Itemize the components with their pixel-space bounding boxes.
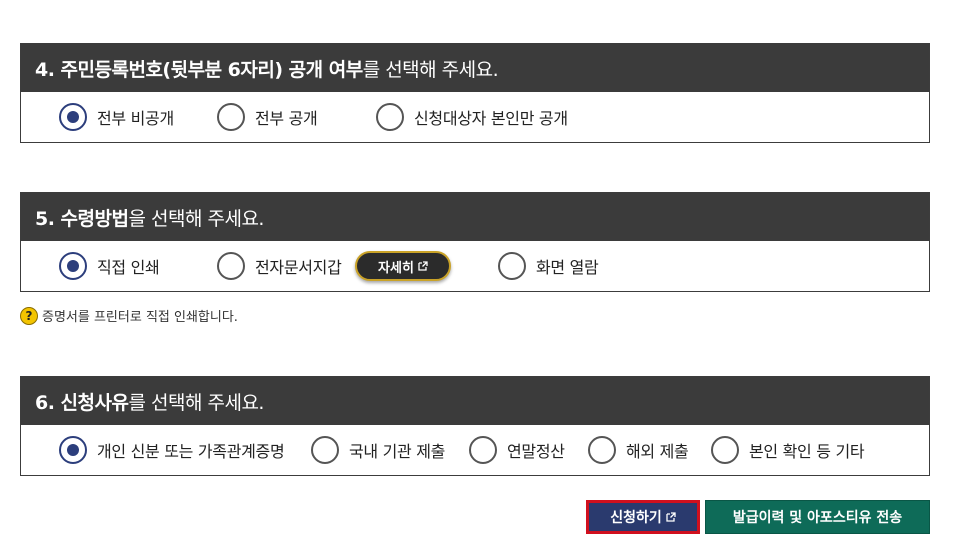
- radio-option-year-end-tax[interactable]: 연말정산: [469, 436, 565, 464]
- section-header: 6. 신청사유 를 선택해 주세요.: [21, 377, 929, 425]
- send-apostille-button[interactable]: 발급이력 및 아포스티유 전송: [705, 500, 930, 534]
- radio-selected-icon[interactable]: [59, 436, 87, 464]
- radio-option-direct-print[interactable]: 직접 인쇄: [59, 252, 160, 280]
- radio-unselected-icon[interactable]: [588, 436, 616, 464]
- radio-option-all-private[interactable]: 전부 비공개: [59, 103, 174, 131]
- radio-label: 직접 인쇄: [97, 258, 160, 277]
- radio-label: 연말정산: [507, 442, 565, 461]
- section-title-bold: 4. 주민등록번호(뒷부분 6자리) 공개 여부: [35, 58, 363, 81]
- radio-label: 해외 제출: [626, 442, 689, 461]
- radio-group-reason: 개인 신분 또는 가족관계증명 국내 기관 제출 연말정산 해외 제출 본인 확…: [21, 425, 929, 475]
- radio-unselected-icon[interactable]: [217, 252, 245, 280]
- radio-option-e-wallet[interactable]: 전자문서지갑: [217, 252, 342, 280]
- question-icon: ?: [20, 306, 38, 325]
- section-application-reason: 6. 신청사유 를 선택해 주세요. 개인 신분 또는 가족관계증명 국내 기관 …: [20, 376, 930, 476]
- radio-option-screen-view[interactable]: 화면 열람: [498, 252, 599, 280]
- radio-option-self-only[interactable]: 신청대상자 본인만 공개: [376, 103, 568, 131]
- radio-unselected-icon[interactable]: [217, 103, 245, 131]
- section-title-rest: 를 선택해 주세요.: [128, 391, 264, 414]
- radio-unselected-icon[interactable]: [469, 436, 497, 464]
- section-title-bold: 6. 신청사유: [35, 391, 129, 414]
- radio-label: 전부 공개: [255, 109, 318, 128]
- radio-option-domestic-submit[interactable]: 국내 기관 제출: [311, 436, 445, 464]
- section-title-rest: 를 선택해 주세요.: [362, 58, 499, 81]
- apply-button[interactable]: 신청하기: [586, 500, 700, 534]
- radio-group-disclosure: 전부 비공개 전부 공개 신청대상자 본인만 공개: [21, 92, 929, 142]
- radio-label: 전부 비공개: [97, 109, 174, 128]
- radio-unselected-icon[interactable]: [376, 103, 404, 131]
- radio-unselected-icon[interactable]: [711, 436, 739, 464]
- section-header: 5. 수령방법 을 선택해 주세요.: [21, 193, 929, 241]
- radio-label: 화면 열람: [536, 258, 599, 277]
- section-resident-number-disclosure: 4. 주민등록번호(뒷부분 6자리) 공개 여부 를 선택해 주세요. 전부 비공…: [20, 43, 930, 143]
- apply-button-label: 신청하기: [610, 510, 662, 526]
- radio-option-other[interactable]: 본인 확인 등 기타: [711, 436, 865, 464]
- section-title-bold: 5. 수령방법: [35, 207, 129, 230]
- radio-selected-icon[interactable]: [59, 103, 87, 131]
- detail-button[interactable]: 자세히: [355, 251, 451, 281]
- radio-unselected-icon[interactable]: [498, 252, 526, 280]
- radio-label: 전자문서지갑: [255, 258, 342, 277]
- radio-label: 본인 확인 등 기타: [749, 442, 865, 461]
- external-link-icon: [666, 512, 676, 522]
- radio-option-overseas-submit[interactable]: 해외 제출: [588, 436, 689, 464]
- section-title-rest: 을 선택해 주세요.: [128, 207, 264, 230]
- send-button-label: 발급이력 및 아포스티유 전송: [732, 510, 903, 526]
- hint-text: 증명서를 프린터로 직접 인쇄합니다.: [42, 310, 238, 325]
- radio-unselected-icon[interactable]: [311, 436, 339, 464]
- radio-selected-icon[interactable]: [59, 252, 87, 280]
- radio-label: 국내 기관 제출: [349, 442, 446, 461]
- radio-label: 신청대상자 본인만 공개: [414, 109, 568, 128]
- radio-option-personal-id[interactable]: 개인 신분 또는 가족관계증명: [59, 436, 285, 464]
- section-header: 4. 주민등록번호(뒷부분 6자리) 공개 여부 를 선택해 주세요.: [21, 44, 929, 92]
- receipt-hint: ? 증명서를 프린터로 직접 인쇄합니다.: [20, 306, 238, 325]
- radio-label: 개인 신분 또는 가족관계증명: [97, 442, 285, 461]
- detail-button-label: 자세히: [378, 260, 414, 276]
- section-receipt-method: 5. 수령방법 을 선택해 주세요. 직접 인쇄 전자문서지갑 자세히 화면 열람: [20, 192, 930, 292]
- radio-option-all-public[interactable]: 전부 공개: [217, 103, 318, 131]
- radio-group-receipt: 직접 인쇄 전자문서지갑 자세히 화면 열람: [21, 241, 929, 291]
- external-link-icon: [418, 261, 428, 271]
